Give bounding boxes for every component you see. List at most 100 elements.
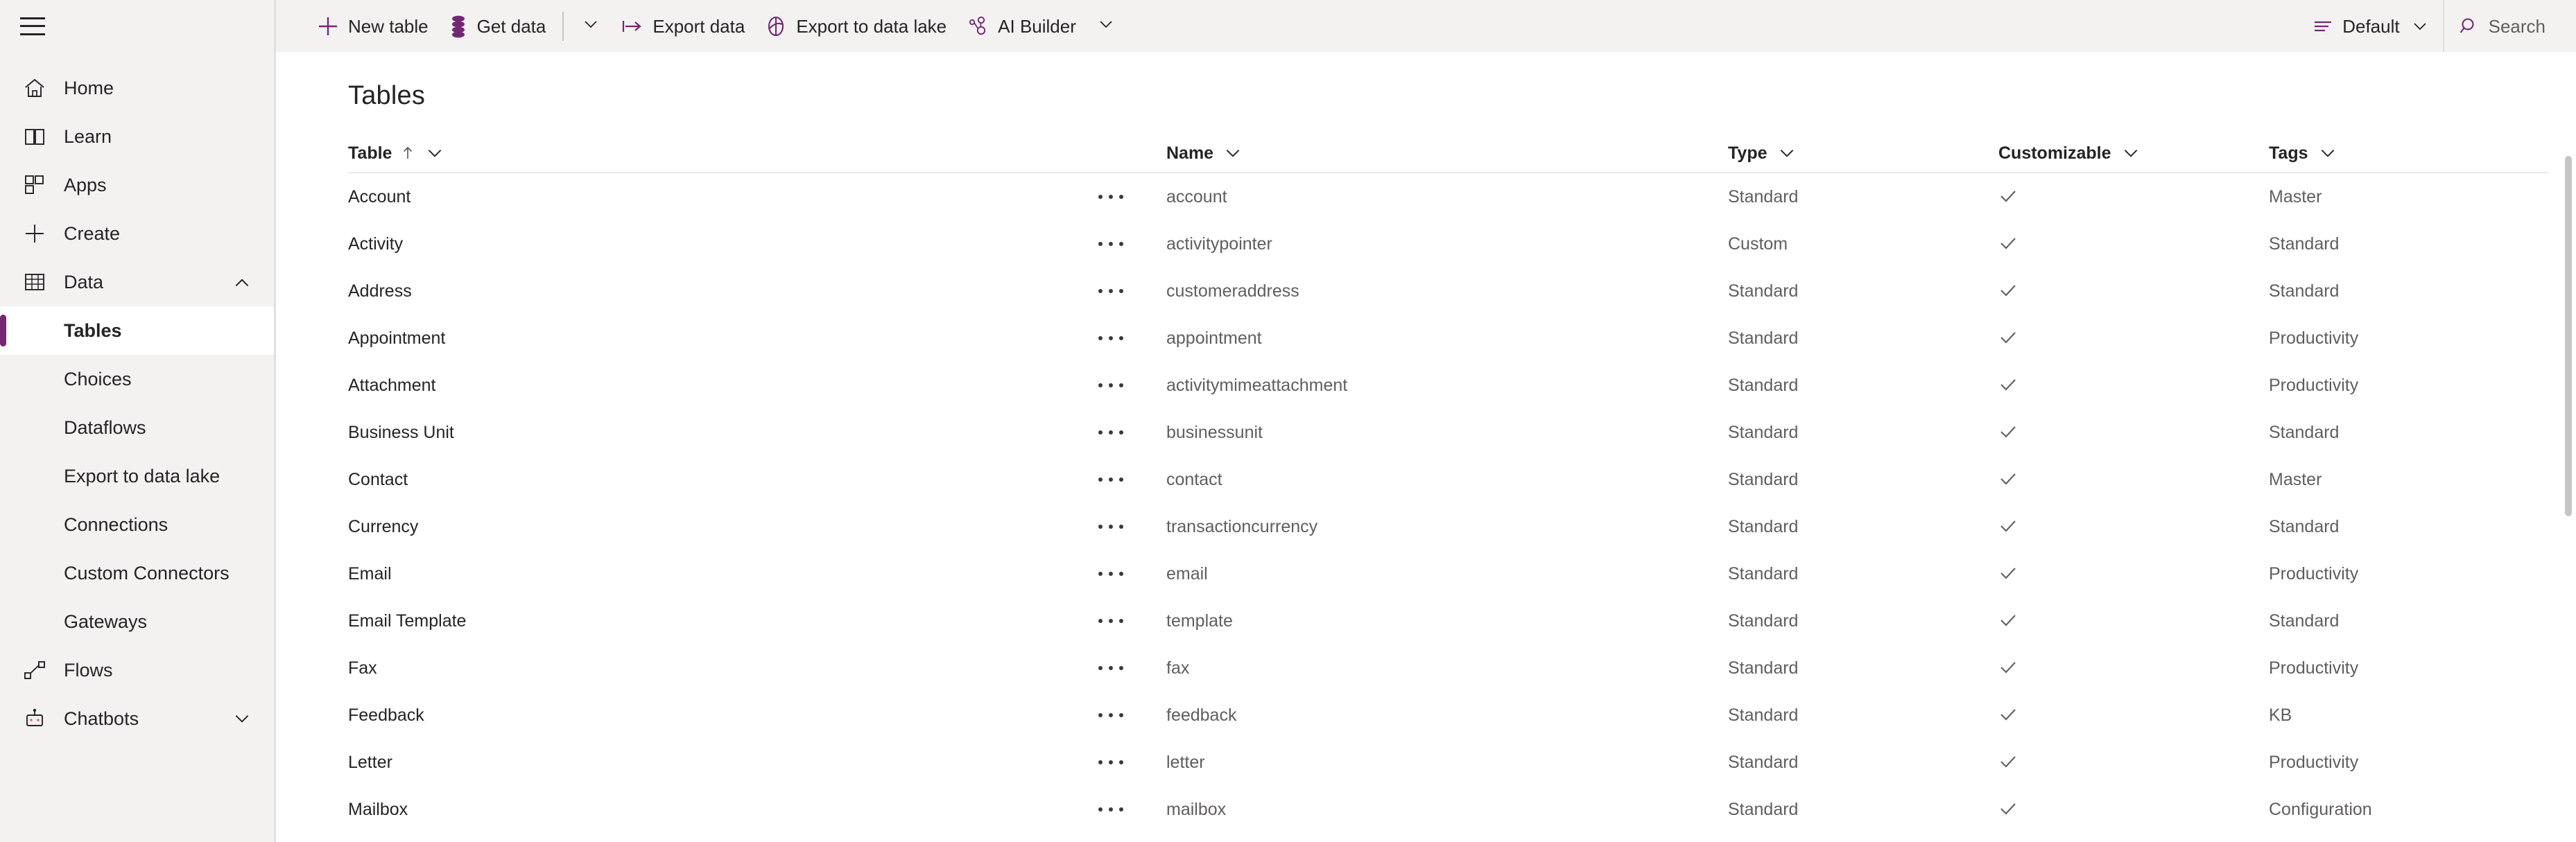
cell-tags: Productivity xyxy=(2269,752,2359,772)
chevron-down-icon[interactable] xyxy=(1777,143,1797,163)
table-row[interactable]: Contact contact Standard Master xyxy=(348,456,2548,503)
checkmark-icon xyxy=(1998,705,2019,725)
table-grid-icon xyxy=(21,268,49,296)
table-row[interactable]: Mailbox mailbox Standard Configuration xyxy=(348,786,2548,833)
chevron-down-icon[interactable] xyxy=(2121,143,2141,163)
export-to-data-lake-button[interactable]: Export to data lake xyxy=(754,0,956,52)
row-more-options-button[interactable] xyxy=(1083,525,1166,529)
cell-name: transactioncurrency xyxy=(1166,516,1318,536)
sidebar-item-custom-connectors[interactable]: Custom Connectors xyxy=(0,549,274,597)
data-lake-icon xyxy=(764,15,788,38)
sidebar-item-learn[interactable]: Learn xyxy=(0,112,274,161)
column-header-tags[interactable]: Tags xyxy=(2269,143,2518,163)
sidebar-item-chatbots[interactable]: Chatbots xyxy=(0,694,274,743)
checkmark-icon xyxy=(1998,564,2019,584)
row-more-options-button[interactable] xyxy=(1083,289,1166,293)
cell-table: Business Unit xyxy=(348,422,454,442)
cell-type: Standard xyxy=(1728,375,1799,395)
sidebar-item-export-to-data-lake[interactable]: Export to data lake xyxy=(0,452,274,500)
ai-builder-button[interactable]: AI Builder xyxy=(956,0,1086,52)
table-row[interactable]: Business Unit businessunit Standard Standa… xyxy=(348,409,2548,456)
cell-type: Standard xyxy=(1728,516,1799,536)
chevron-down-icon xyxy=(1097,15,1115,37)
view-selector-button[interactable]: Default xyxy=(2302,0,2438,52)
row-more-options-button[interactable] xyxy=(1083,430,1166,435)
sidebar-item-choices[interactable]: Choices xyxy=(0,355,274,403)
chevron-down-icon[interactable] xyxy=(1223,143,1243,163)
sidebar-item-create[interactable]: Create xyxy=(0,209,274,258)
row-more-options-button[interactable] xyxy=(1083,666,1166,670)
cell-table: Address xyxy=(348,281,412,301)
column-header-type[interactable]: Type xyxy=(1728,143,1998,163)
chevron-down-icon[interactable] xyxy=(2318,143,2337,163)
vertical-scrollbar[interactable] xyxy=(2565,156,2572,835)
table-row[interactable]: Account account Standard Master xyxy=(348,173,2548,220)
row-more-options-button[interactable] xyxy=(1083,572,1166,576)
sidebar-item-apps[interactable]: Apps xyxy=(0,161,274,209)
row-more-options-button[interactable] xyxy=(1083,760,1166,764)
column-header-customizable[interactable]: Customizable xyxy=(1998,143,2269,163)
sidebar-item-dataflows[interactable]: Dataflows xyxy=(0,403,274,452)
sidebar-item-gateways[interactable]: Gateways xyxy=(0,597,274,646)
sidebar-item-data[interactable]: Data xyxy=(0,258,274,306)
book-icon xyxy=(21,123,49,150)
sidebar-item-flows[interactable]: Flows xyxy=(0,646,274,694)
cell-name: template xyxy=(1166,611,1233,631)
table-row[interactable]: Email Template template Standard Standard xyxy=(348,597,2548,644)
more-options-icon xyxy=(1083,477,1123,482)
get-data-overflow-button[interactable] xyxy=(571,0,611,52)
row-more-options-button[interactable] xyxy=(1083,477,1166,482)
ai-builder-icon xyxy=(966,15,989,38)
row-more-options-button[interactable] xyxy=(1083,713,1166,717)
table-row[interactable]: Letter letter Standard Productivity xyxy=(348,739,2548,786)
row-more-options-button[interactable] xyxy=(1083,195,1166,199)
chevron-up-icon[interactable] xyxy=(232,272,252,292)
new-table-button[interactable]: New table xyxy=(306,0,438,52)
ai-builder-overflow-button[interactable] xyxy=(1086,0,1126,52)
cell-name: feedback xyxy=(1166,705,1237,725)
table-row[interactable]: Activity activitypointer Custom Standard xyxy=(348,220,2548,267)
column-header-label: Customizable xyxy=(1998,143,2111,163)
chevron-down-icon[interactable] xyxy=(425,143,444,163)
row-more-options-button[interactable] xyxy=(1083,619,1166,623)
column-header-table[interactable]: Table xyxy=(348,143,1083,163)
chevron-down-icon[interactable] xyxy=(232,709,252,728)
cell-table: Appointment xyxy=(348,328,446,348)
get-data-button[interactable]: Get data xyxy=(438,0,556,52)
search-icon xyxy=(2458,15,2480,37)
table-row[interactable]: Feedback feedback Standard KB xyxy=(348,692,2548,739)
row-more-options-button[interactable] xyxy=(1083,383,1166,387)
cell-tags: Productivity xyxy=(2269,328,2359,348)
table-row[interactable]: Currency transactioncurrency Standard Stan… xyxy=(348,503,2548,550)
sidebar-item-label: Data xyxy=(64,271,104,292)
more-options-icon xyxy=(1083,289,1123,293)
export-data-button[interactable]: Export data xyxy=(611,0,754,52)
home-icon xyxy=(21,74,49,102)
command-bar-separator xyxy=(562,11,564,41)
cell-customizable xyxy=(1998,753,2269,772)
row-more-options-button[interactable] xyxy=(1083,336,1166,340)
grid-body: Account account Standard Master Activity ac… xyxy=(348,173,2548,833)
export-to-data-lake-label: Export to data lake xyxy=(796,15,947,37)
table-row[interactable]: Fax fax Standard Productivity xyxy=(348,644,2548,692)
row-more-options-button[interactable] xyxy=(1083,242,1166,246)
row-more-options-button[interactable] xyxy=(1083,807,1166,812)
table-row[interactable]: Attachment activitymimeattachment Standar… xyxy=(348,362,2548,409)
checkmark-icon xyxy=(1998,658,2019,678)
scrollbar-thumb[interactable] xyxy=(2565,156,2572,516)
search-button[interactable]: Search xyxy=(2448,0,2576,52)
plus-icon xyxy=(316,15,340,38)
more-options-icon xyxy=(1083,336,1123,340)
column-header-name[interactable]: Name xyxy=(1166,143,1728,163)
sidebar-item-connections[interactable]: Connections xyxy=(0,500,274,549)
sidebar-item-tables[interactable]: Tables xyxy=(0,306,274,355)
sidebar-item-home[interactable]: Home xyxy=(0,64,274,112)
table-row[interactable]: Appointment appointment Standard Productiv… xyxy=(348,315,2548,362)
checkmark-icon xyxy=(1998,800,2019,819)
table-row[interactable]: Email email Standard Productivity xyxy=(348,550,2548,597)
menu-toggle-button[interactable] xyxy=(0,0,274,52)
cell-name: activitymimeattachment xyxy=(1166,375,1348,395)
more-options-icon xyxy=(1083,383,1123,387)
table-row[interactable]: Address customeraddress Standard Standard xyxy=(348,267,2548,315)
more-options-icon xyxy=(1083,572,1123,576)
